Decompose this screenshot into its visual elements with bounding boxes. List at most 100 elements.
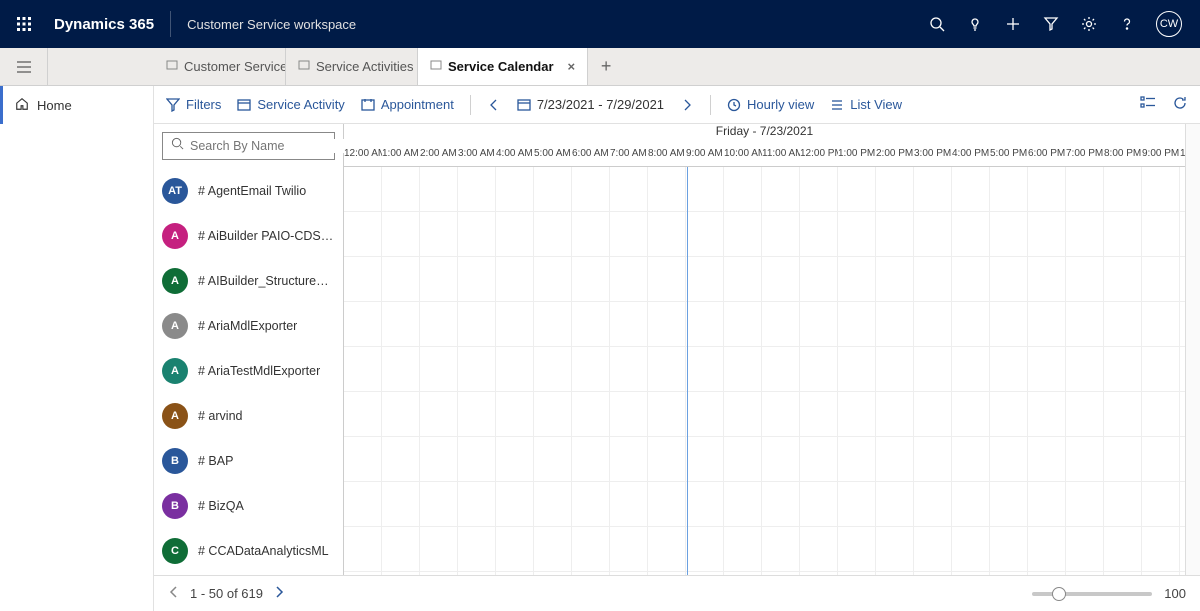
legend-icon[interactable]	[1140, 95, 1156, 114]
separator	[470, 95, 471, 115]
day-header: Friday - 7/23/2021	[344, 124, 1185, 143]
resource-row[interactable]: CB# CCI Bots	[154, 573, 343, 575]
help-icon[interactable]	[1108, 0, 1146, 48]
hour-header: 4:00 AM	[496, 143, 534, 166]
zoom-label: 100	[1164, 586, 1186, 601]
resource-avatar: A	[162, 268, 188, 294]
resource-row[interactable]: A # AriaMdlExporter	[154, 303, 343, 348]
timeline-row[interactable]	[344, 302, 1185, 347]
timeline-row[interactable]	[344, 482, 1185, 527]
home-icon	[15, 97, 29, 114]
service-activity-button[interactable]: Service Activity	[237, 97, 344, 112]
date-range-picker[interactable]: 7/23/2021 - 7/29/2021	[517, 97, 664, 112]
hour-header: 5:00 PM	[990, 143, 1028, 166]
hour-header: 7:00 PM	[1066, 143, 1104, 166]
hour-header: 11:00 AM	[762, 143, 800, 166]
resource-row[interactable]: A # AiBuilder PAIO-CDS Tip NonProd	[154, 213, 343, 258]
search-icon[interactable]	[918, 0, 956, 48]
resource-name: # AriaTestMdlExporter	[198, 364, 320, 378]
home-nav-item[interactable]: Home	[0, 86, 153, 124]
tab-label: Service Calendar	[448, 59, 554, 74]
resource-avatar: A	[162, 403, 188, 429]
hour-header: 2:00 AM	[420, 143, 458, 166]
resource-row[interactable]: A # arvind	[154, 393, 343, 438]
timeline-row[interactable]	[344, 392, 1185, 437]
new-tab-button[interactable]: +	[588, 48, 624, 85]
hour-header: 6:00 AM	[572, 143, 610, 166]
resource-row[interactable]: A # AriaTestMdlExporter	[154, 348, 343, 393]
hour-header: 3:00 AM	[458, 143, 496, 166]
refresh-icon[interactable]	[1172, 95, 1188, 114]
resource-name: # arvind	[198, 409, 242, 423]
resource-name: # AriaMdlExporter	[198, 319, 297, 333]
current-time-line	[687, 167, 688, 575]
resource-row[interactable]: C # CCADataAnalyticsML	[154, 528, 343, 573]
lightbulb-icon[interactable]	[956, 0, 994, 48]
timeline-row[interactable]	[344, 212, 1185, 257]
timeline-row[interactable]	[344, 437, 1185, 482]
resource-name: # AIBuilder_StructuredML_PreProd	[198, 274, 335, 288]
resource-avatar: A	[162, 358, 188, 384]
search-icon	[171, 137, 184, 155]
timeline-row[interactable]	[344, 257, 1185, 302]
filter-funnel-icon[interactable]	[1032, 0, 1070, 48]
resource-avatar: AT	[162, 178, 188, 204]
hourly-view-button[interactable]: Hourly view	[727, 97, 814, 112]
resource-name: # CCADataAnalyticsML	[198, 544, 329, 558]
tab[interactable]: Customer Service A...	[154, 48, 286, 85]
tab-label: Service Activities M...	[316, 59, 418, 74]
next-date-button[interactable]	[680, 98, 694, 112]
plus-icon[interactable]	[994, 0, 1032, 48]
gear-icon[interactable]	[1070, 0, 1108, 48]
prev-page-button[interactable]	[168, 586, 180, 601]
resource-avatar: B	[162, 448, 188, 474]
brand-name: Dynamics 365	[40, 16, 168, 33]
hour-header: 1:00 PM	[838, 143, 876, 166]
app-launcher[interactable]	[8, 8, 40, 40]
hour-header: 10:00 AM	[724, 143, 762, 166]
resource-row[interactable]: A # AIBuilder_StructuredML_PreProd	[154, 258, 343, 303]
resource-avatar: C	[162, 538, 188, 564]
vertical-scrollbar[interactable]	[1185, 124, 1200, 575]
hour-header: 9:00 AM	[686, 143, 724, 166]
resource-avatar: A	[162, 223, 188, 249]
next-page-button[interactable]	[273, 586, 285, 601]
hour-header: 7:00 AM	[610, 143, 648, 166]
list-view-button[interactable]: List View	[830, 97, 902, 112]
resource-name: # AiBuilder PAIO-CDS Tip NonProd	[198, 229, 335, 243]
hour-header: 10:00 PM	[1180, 143, 1185, 166]
tab[interactable]: Service Calendar ×	[418, 48, 588, 85]
prev-date-button[interactable]	[487, 98, 501, 112]
resource-name: # BAP	[198, 454, 233, 468]
resource-avatar: B	[162, 493, 188, 519]
tab-icon	[430, 59, 442, 74]
resource-row[interactable]: B # BAP	[154, 438, 343, 483]
tab-close-icon[interactable]: ×	[560, 59, 576, 74]
hour-header: 5:00 AM	[534, 143, 572, 166]
home-label: Home	[37, 98, 72, 113]
hour-header: 9:00 PM	[1142, 143, 1180, 166]
zoom-slider[interactable]	[1032, 592, 1152, 596]
search-input-wrapper[interactable]	[162, 132, 335, 160]
user-avatar[interactable]: CW	[1156, 11, 1182, 37]
hour-header: 8:00 AM	[648, 143, 686, 166]
resource-name: # BizQA	[198, 499, 244, 513]
hour-header: 12:00 AM	[344, 143, 382, 166]
tab-label: Customer Service A...	[184, 59, 286, 74]
hamburger-menu[interactable]	[0, 48, 48, 85]
filters-button[interactable]: Filters	[166, 97, 221, 112]
hour-header: 3:00 PM	[914, 143, 952, 166]
timeline-row[interactable]	[344, 572, 1185, 575]
hour-header: 6:00 PM	[1028, 143, 1066, 166]
timeline-row[interactable]	[344, 347, 1185, 392]
pagination-range: 1 - 50 of 619	[190, 586, 263, 601]
search-input[interactable]	[190, 139, 351, 153]
timeline-row[interactable]	[344, 167, 1185, 212]
resource-row[interactable]: B # BizQA	[154, 483, 343, 528]
resource-avatar: A	[162, 313, 188, 339]
tab[interactable]: Service Activities M...	[286, 48, 418, 85]
separator	[710, 95, 711, 115]
appointment-button[interactable]: Appointment	[361, 97, 454, 112]
timeline-row[interactable]	[344, 527, 1185, 572]
resource-row[interactable]: AT# AgentEmail Twilio	[154, 168, 343, 213]
